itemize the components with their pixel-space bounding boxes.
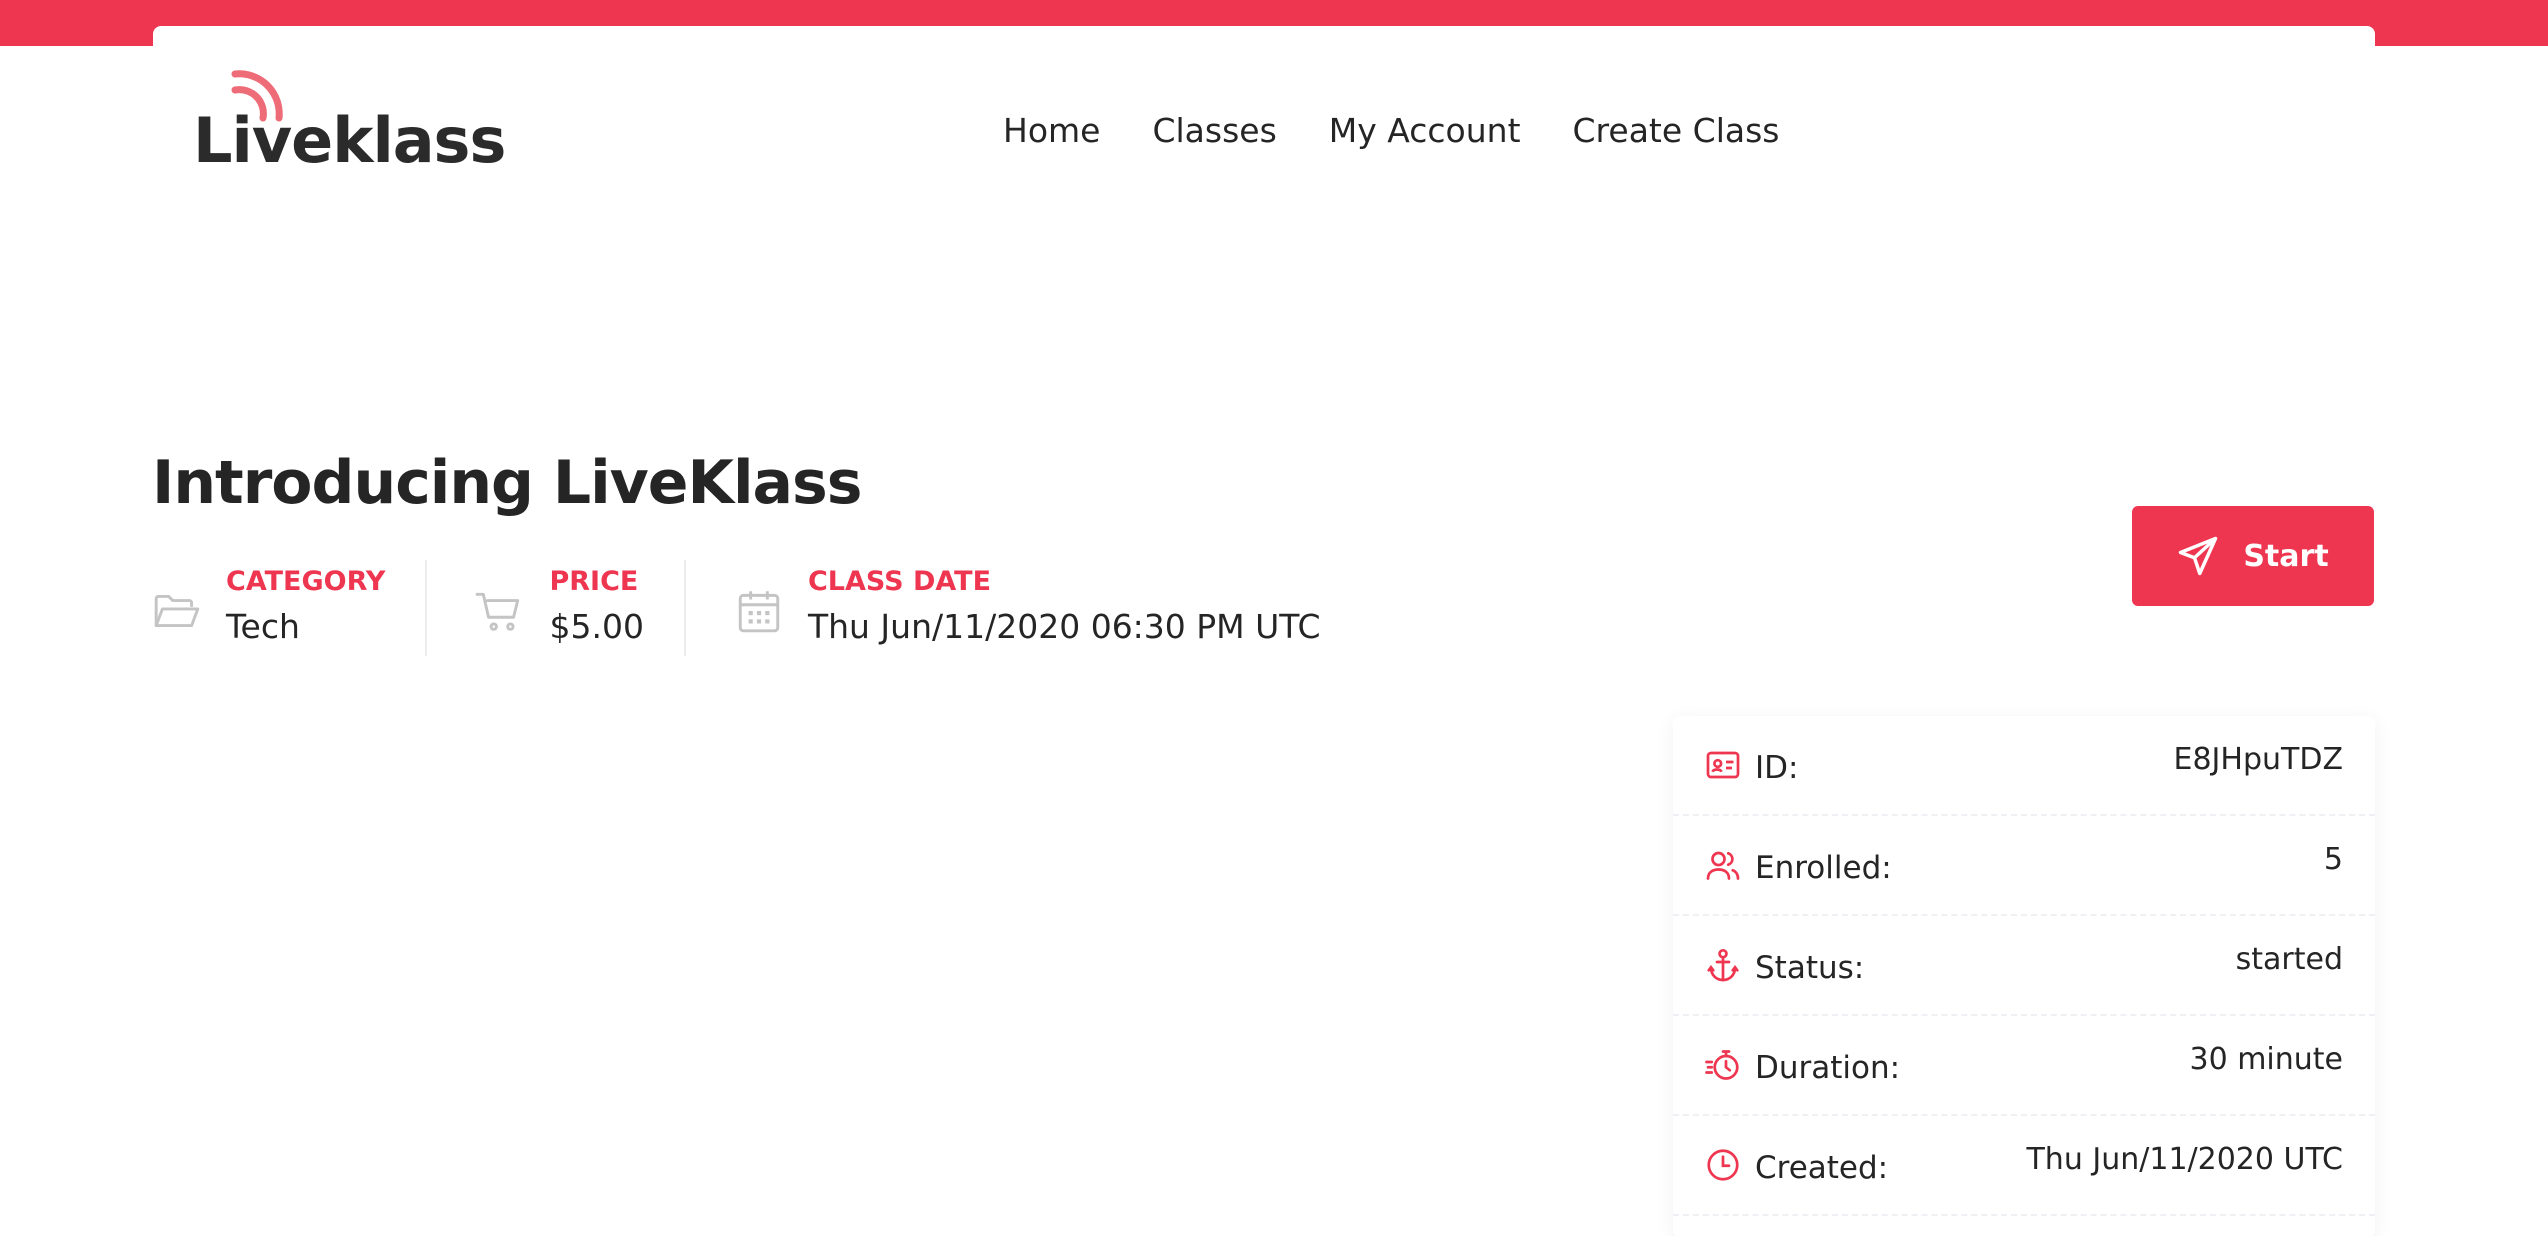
- info-row-enrolled: Enrolled: 5: [1673, 816, 2375, 916]
- anchor-icon: [1707, 948, 1739, 982]
- users-icon: [1706, 851, 1740, 880]
- class-meta: CATEGORY Tech PRICE $5.00 CLASS DATE Thu…: [152, 560, 1409, 660]
- info-label: Created:: [1755, 1150, 1889, 1186]
- class-title: Introducing LiveKlass: [152, 448, 862, 518]
- info-row-id: ID: E8JHpuTDZ: [1673, 716, 2375, 816]
- calendar-icon: [738, 591, 780, 633]
- shopping-cart-icon: [476, 592, 520, 631]
- folder-open-icon: [154, 594, 200, 628]
- info-row-duration: Duration: 30 minute: [1673, 1016, 2375, 1116]
- meta-category: CATEGORY Tech: [152, 560, 428, 656]
- id-card-icon: [1706, 751, 1740, 779]
- start-button-label: Start: [2243, 538, 2329, 574]
- info-label: ID:: [1755, 750, 1799, 786]
- site-logo[interactable]: Liveklass: [193, 62, 506, 172]
- info-value-created: Thu Jun/11/2020 UTC: [2026, 1141, 2343, 1177]
- info-row-status: Status: started: [1673, 916, 2375, 1016]
- info-label: Duration:: [1755, 1050, 1901, 1086]
- stopwatch-icon: [1705, 1050, 1739, 1080]
- meta-class-date: CLASS DATE Thu Jun/11/2020 06:30 PM UTC: [734, 560, 1361, 656]
- meta-label: CLASS DATE: [807, 566, 992, 597]
- start-button[interactable]: Start: [2132, 506, 2374, 606]
- nav-create-class[interactable]: Create Class: [1573, 111, 1780, 150]
- clock-icon: [1707, 1149, 1739, 1181]
- paper-plane-icon: [2179, 536, 2218, 576]
- info-label: Enrolled:: [1755, 850, 1892, 886]
- meta-label: CATEGORY: [226, 566, 386, 597]
- nav-my-account[interactable]: My Account: [1329, 111, 1521, 150]
- main-nav: Home Classes My Account Create Class: [1003, 111, 1779, 150]
- info-label: Status:: [1755, 950, 1865, 986]
- class-date-value: Thu Jun/11/2020 06:30 PM UTC: [807, 607, 1321, 646]
- info-value-id: E8JHpuTDZ: [2173, 741, 2343, 777]
- logo-wordmark: Liveklass: [193, 104, 506, 177]
- info-value-enrolled: 5: [2323, 841, 2343, 877]
- category-value: Tech: [226, 607, 300, 646]
- site-header: Liveklass Home Classes My Account Create…: [153, 26, 2375, 216]
- class-info-card: ID: E8JHpuTDZ Enrolled: 5 Status: starte…: [1673, 716, 2375, 1236]
- info-row-created: Created: Thu Jun/11/2020 UTC: [1673, 1116, 2375, 1216]
- meta-price: PRICE $5.00: [475, 560, 686, 656]
- nav-classes[interactable]: Classes: [1152, 111, 1276, 150]
- price-value: $5.00: [549, 607, 644, 646]
- nav-home[interactable]: Home: [1003, 111, 1100, 150]
- info-value-status: started: [2235, 941, 2343, 977]
- info-value-duration: 30 minute: [2189, 1041, 2343, 1077]
- meta-label: PRICE: [549, 566, 639, 597]
